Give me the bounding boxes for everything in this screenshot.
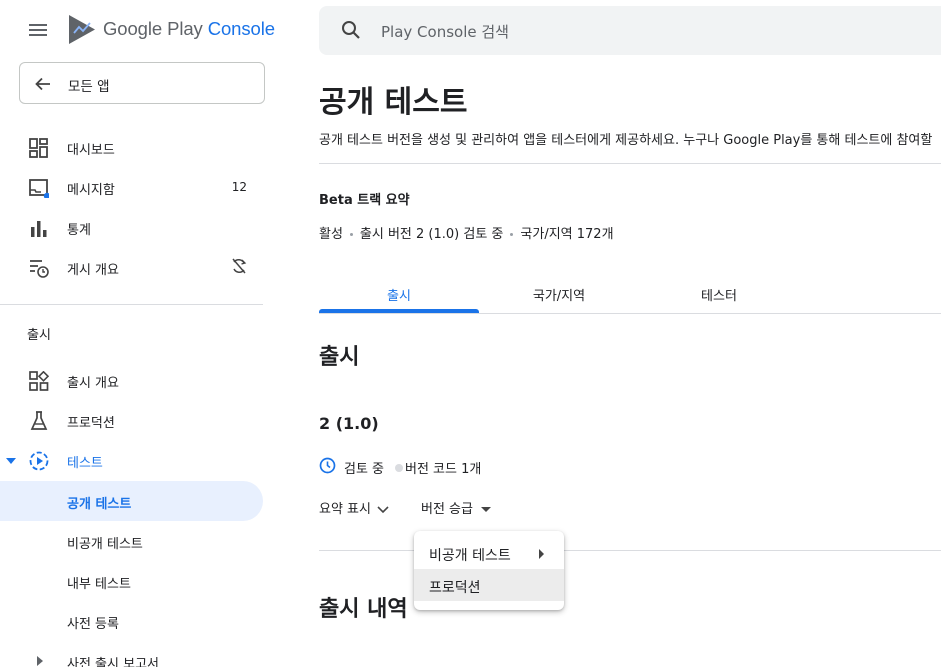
all-apps-button[interactable]: 모든 앱 [19, 62, 265, 104]
separator-dot [349, 233, 353, 236]
show-summary-button[interactable]: 요약 표시 [319, 498, 389, 520]
sidebar-item-label: 테스트 [67, 456, 103, 471]
chevron-down-icon [377, 505, 389, 513]
sidebar-item-open-testing[interactable]: 공개 테스트 [0, 481, 263, 521]
promote-menu: 비공개 테스트 프로덕션 [414, 531, 564, 610]
section-divider [319, 550, 941, 551]
brand-console: Console [202, 18, 275, 39]
page-title: 공개 테스트 [319, 85, 468, 120]
tab-label: 테스터 [701, 289, 737, 304]
tab-indicator [319, 309, 479, 313]
all-apps-label: 모든 앱 [68, 79, 110, 95]
menu-item-production[interactable]: 프로덕션 [414, 569, 564, 601]
sidebar-divider [0, 304, 263, 305]
testing-icon [29, 451, 49, 471]
sidebar-item-label: 공개 테스트 [67, 497, 132, 512]
sidebar-item-release-overview[interactable]: 출시 개요 [0, 361, 265, 401]
track-status-countries: 국가/지역 172개 [520, 227, 614, 242]
sync-disabled-icon [232, 258, 247, 274]
tab-label: 출시 [387, 289, 411, 304]
search-placeholder: Play Console 검색 [381, 23, 509, 41]
sidebar-item-label: 비공개 테스트 [67, 537, 143, 552]
menu-item-closed-testing[interactable]: 비공개 테스트 [414, 537, 564, 569]
release-overview-icon [29, 371, 49, 391]
menu-icon[interactable] [29, 22, 49, 38]
release-status-label: 검토 중 [344, 462, 385, 477]
sidebar: Google Play Console 모든 앱 대시보드 메시지함 12 통계… [0, 0, 280, 667]
tab-releases[interactable]: 출시 [319, 274, 479, 313]
sidebar-item-label: 통계 [67, 223, 91, 238]
version-code-count: 버전 코드 1개 [405, 462, 482, 477]
sidebar-item-dashboard[interactable]: 대시보드 [0, 128, 265, 168]
sidebar-item-label: 게시 개요 [67, 263, 119, 278]
sidebar-item-production[interactable]: 프로덕션 [0, 401, 265, 441]
release-version: 2 (1.0) [319, 414, 379, 433]
sidebar-item-statistics[interactable]: 통계 [0, 208, 265, 248]
promote-release-button[interactable]: 버전 승급 [421, 498, 491, 520]
release-history-heading: 출시 내역 [319, 597, 408, 622]
sidebar-item-pre-registration[interactable]: 사전 등록 [0, 601, 263, 641]
bar-chart-icon [31, 221, 47, 237]
arrow-back-icon [35, 77, 50, 91]
sidebar-item-label: 출시 개요 [67, 376, 119, 391]
sidebar-item-label: 내부 테스트 [67, 577, 131, 592]
separator-dot [395, 464, 403, 472]
tab-bar: 출시 국가/지역 테스터 [319, 274, 941, 314]
tab-countries[interactable]: 국가/지역 [479, 274, 639, 313]
sidebar-item-inbox[interactable]: 메시지함 12 [0, 168, 265, 208]
separator-dot [510, 233, 514, 236]
promote-release-label: 버전 승급 [421, 502, 473, 517]
play-console-logo [69, 15, 95, 44]
header-divider [319, 163, 941, 164]
track-status-release: 출시 버전 2 (1.0) 검토 중 [359, 227, 504, 242]
tab-label: 국가/지역 [532, 289, 586, 304]
release-heading: 출시 [319, 345, 360, 370]
dashboard-icon [29, 138, 48, 158]
page-description: 공개 테스트 버전을 생성 및 관리하여 앱을 테스터에게 제공하세요. 누구나… [319, 133, 933, 148]
sidebar-item-internal-testing[interactable]: 내부 테스트 [0, 561, 263, 601]
track-summary-title: Beta 트랙 요약 [319, 193, 410, 208]
publishing-icon [30, 260, 49, 278]
sidebar-item-label: 사전 등록 [67, 617, 119, 632]
flask-icon [30, 411, 48, 430]
inbox-icon [29, 179, 49, 198]
sidebar-item-label: 메시지함 [67, 183, 115, 198]
track-status-active: 활성 [319, 227, 343, 242]
search-icon [342, 21, 360, 39]
sidebar-item-label: 대시보드 [67, 143, 115, 158]
dropdown-arrow-icon [480, 507, 491, 512]
inbox-count-badge: 12 [231, 180, 247, 194]
brand-title: Google Play Console [103, 18, 275, 40]
track-status: 활성 출시 버전 2 (1.0) 검토 중 국가/지역 172개 [319, 223, 614, 242]
tab-testers[interactable]: 테스터 [639, 274, 799, 313]
chevron-right-icon [37, 656, 43, 666]
sidebar-section-release: 출시 [27, 328, 51, 343]
clock-icon [319, 457, 336, 474]
submenu-arrow-icon [539, 549, 544, 559]
menu-item-label: 비공개 테스트 [429, 548, 511, 564]
expand-caret-icon [6, 458, 16, 464]
sidebar-item-publishing-overview[interactable]: 게시 개요 [0, 248, 265, 288]
brand-google-play: Google Play [103, 18, 203, 39]
sidebar-item-label: 사전 출시 보고서 [67, 657, 159, 667]
sidebar-item-testing[interactable]: 테스트 [0, 441, 265, 481]
search-input[interactable]: Play Console 검색 [319, 6, 941, 55]
menu-item-label: 프로덕션 [429, 580, 481, 596]
sidebar-item-pre-launch-report[interactable]: 사전 출시 보고서 [0, 641, 263, 667]
sidebar-item-closed-testing[interactable]: 비공개 테스트 [0, 521, 263, 561]
show-summary-label: 요약 표시 [319, 502, 371, 517]
sidebar-item-label: 프로덕션 [67, 416, 115, 431]
